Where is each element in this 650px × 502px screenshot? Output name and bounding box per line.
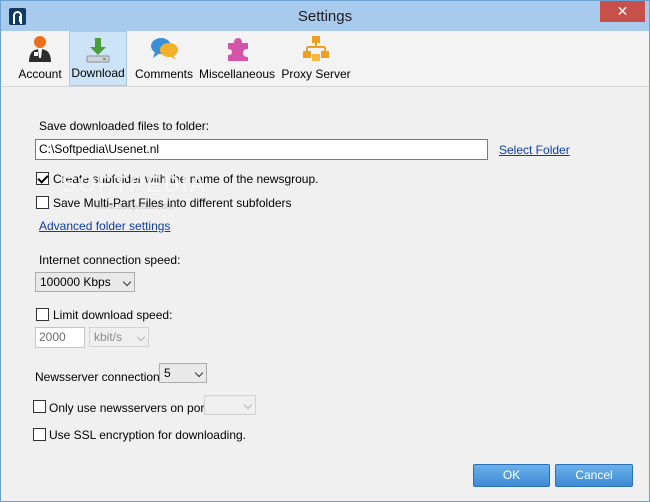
limit-unit-value: kbit/s xyxy=(94,330,123,344)
tab-proxy-server-label: Proxy Server xyxy=(281,67,351,81)
multipart-checkbox[interactable] xyxy=(36,196,49,209)
comments-icon xyxy=(151,38,178,60)
softpedia-watermark-url: www.softpedia.com xyxy=(96,201,174,211)
save-folder-input[interactable]: C:\Softpedia\Usenet.nl xyxy=(35,139,488,160)
tab-proxy-server[interactable]: Proxy Server xyxy=(279,31,353,86)
close-button[interactable]: ✕ xyxy=(600,1,645,22)
port-checkbox[interactable] xyxy=(33,400,46,413)
ok-button[interactable]: OK xyxy=(473,464,550,487)
softpedia-watermark: SOFTPEDIA xyxy=(61,171,208,198)
connections-label: Newsserver connections: xyxy=(35,370,170,384)
download-icon xyxy=(86,38,110,63)
speed-select-value: 100000 Kbps xyxy=(40,275,111,289)
tab-download[interactable]: Download xyxy=(69,31,127,86)
chevron-down-icon xyxy=(194,368,204,378)
tab-miscellaneous[interactable]: Miscellaneous xyxy=(199,31,275,86)
limit-speed-label: Limit download speed: xyxy=(53,308,173,322)
speed-label: Internet connection speed: xyxy=(39,253,181,267)
tab-download-label: Download xyxy=(71,66,125,80)
tab-comments[interactable]: Comments xyxy=(131,31,197,86)
puzzle-icon xyxy=(228,38,248,61)
tab-comments-label: Comments xyxy=(134,67,193,81)
select-folder-link[interactable]: Select Folder xyxy=(499,143,570,157)
save-folder-label: Save downloaded files to folder: xyxy=(39,119,210,133)
window-title: Settings xyxy=(297,8,353,25)
ssl-label: Use SSL encryption for downloading. xyxy=(49,428,247,442)
chevron-down-icon xyxy=(243,400,253,410)
connections-select-value: 5 xyxy=(164,366,171,380)
limit-unit-select[interactable]: kbit/s xyxy=(89,327,149,347)
tab-account-label: Account xyxy=(18,67,62,81)
chevron-down-icon xyxy=(136,332,146,342)
settings-toolbar: Account Download Comments Miscellaneous … xyxy=(1,31,649,87)
port-label: Only use newsservers on port: xyxy=(49,401,212,415)
proxy-network-icon xyxy=(303,36,329,61)
limit-speed-checkbox[interactable] xyxy=(36,308,49,321)
tab-miscellaneous-label: Miscellaneous xyxy=(199,67,276,81)
port-select[interactable] xyxy=(204,395,256,415)
create-subfolder-checkbox[interactable] xyxy=(36,172,49,185)
connections-select[interactable]: 5 xyxy=(159,363,207,383)
tab-account[interactable]: Account xyxy=(13,31,67,86)
advanced-folder-settings-link[interactable]: Advanced folder settings xyxy=(39,219,170,233)
account-icon xyxy=(29,36,51,62)
speed-select[interactable]: 100000 Kbps xyxy=(35,272,135,292)
title-bar: Settings ✕ xyxy=(1,1,649,31)
chevron-down-icon xyxy=(122,277,132,287)
cancel-button[interactable]: Cancel xyxy=(555,464,633,487)
ssl-checkbox[interactable] xyxy=(33,428,46,441)
limit-speed-input[interactable]: 2000 xyxy=(35,327,85,348)
settings-window: Settings ✕ Account Download Comments Mis… xyxy=(0,0,650,502)
